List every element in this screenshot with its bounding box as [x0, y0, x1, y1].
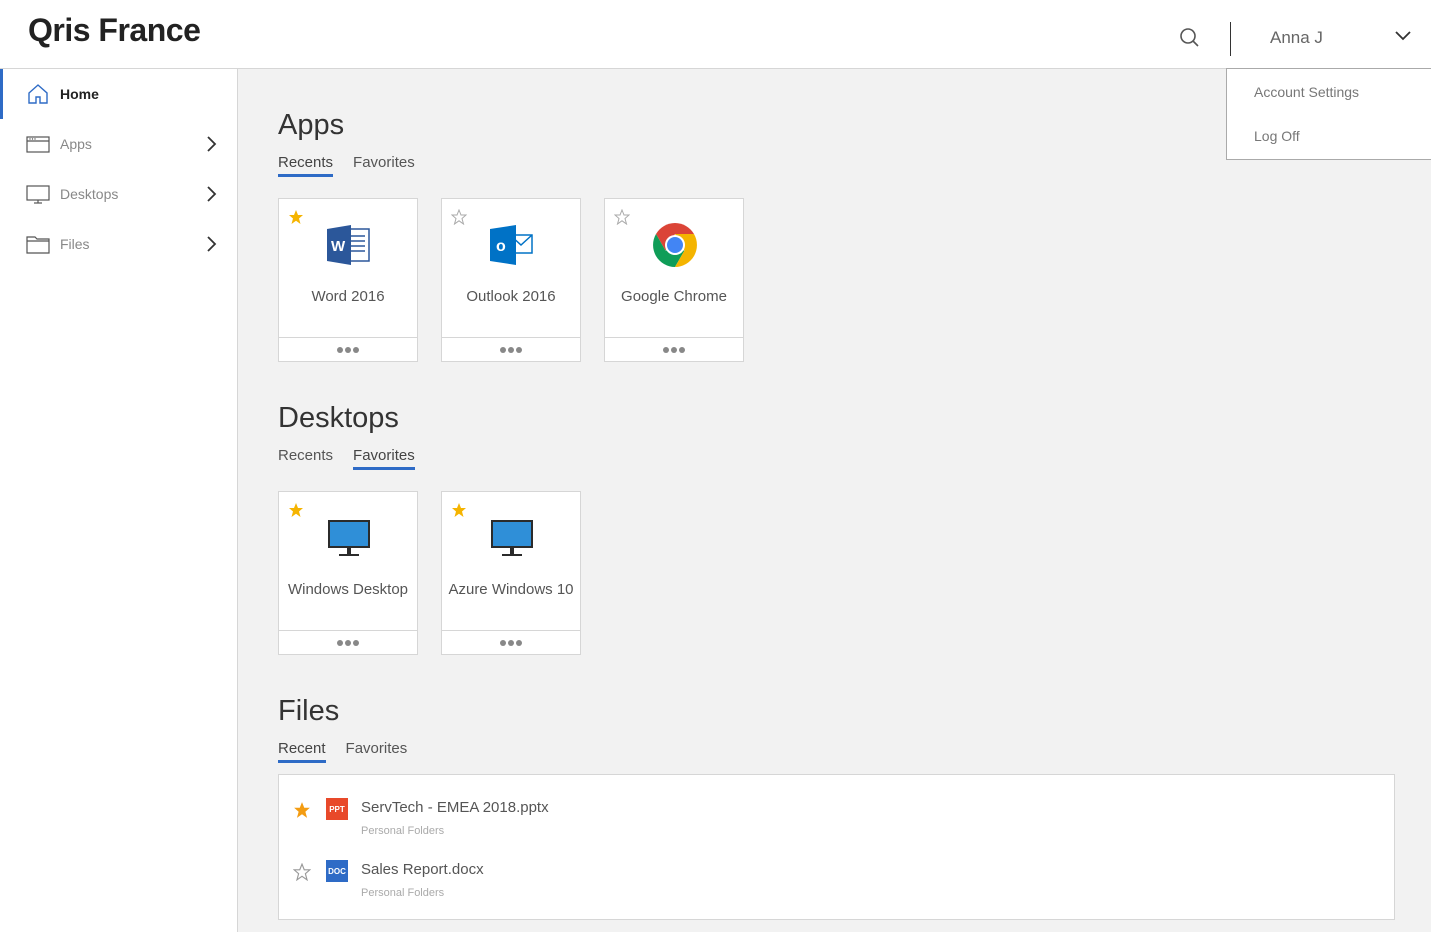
- sidebar-item-desktops[interactable]: Desktops: [0, 169, 237, 219]
- header-divider: [1230, 22, 1231, 56]
- more-options-button[interactable]: [279, 337, 417, 361]
- apps-section-title: Apps: [278, 109, 345, 141]
- star-outline-icon[interactable]: [451, 209, 467, 225]
- sidebar-item-label: Files: [60, 236, 90, 252]
- menu-item-log-off[interactable]: Log Off: [1254, 128, 1300, 144]
- svg-text:o: o: [496, 238, 506, 255]
- folder-icon: [26, 232, 50, 256]
- desktops-section-title: Desktops: [278, 402, 399, 434]
- menu-item-account-settings[interactable]: Account Settings: [1254, 84, 1359, 100]
- tab-desktops-favorites[interactable]: Favorites: [353, 447, 415, 470]
- star-filled-icon[interactable]: [288, 209, 304, 225]
- user-name[interactable]: Anna J: [1270, 28, 1323, 48]
- file-location: Personal Folders: [361, 887, 445, 899]
- chevron-down-icon[interactable]: [1392, 26, 1414, 46]
- outlook-icon: o: [490, 225, 533, 265]
- tab-files-recent[interactable]: Recent: [278, 740, 326, 763]
- tile-label: Google Chrome: [621, 288, 727, 305]
- more-options-button[interactable]: [442, 630, 580, 654]
- pptx-file-icon: PPT: [326, 798, 348, 820]
- apps-window-icon: [26, 132, 50, 156]
- tab-apps-favorites[interactable]: Favorites: [353, 154, 415, 177]
- star-filled-icon[interactable]: [288, 502, 304, 518]
- desktops-tabs: Recents Favorites: [278, 447, 415, 470]
- sidebar-item-label: Home: [60, 86, 99, 102]
- desktops-tiles: Windows Desktop Azure Windows 10: [278, 491, 604, 655]
- desktop-tile-azure-windows-10[interactable]: Azure Windows 10: [441, 491, 581, 655]
- docx-file-icon: DOC: [326, 860, 348, 882]
- tile-label: Word 2016: [311, 288, 385, 305]
- file-location: Personal Folders: [361, 825, 445, 837]
- home-icon: [26, 82, 50, 106]
- star-filled-icon[interactable]: [451, 502, 467, 518]
- monitor-icon: [26, 182, 50, 206]
- svg-text:W: W: [331, 238, 346, 255]
- list-item[interactable]: DOC Sales Report.docx Personal Folders: [279, 857, 1394, 907]
- chevron-right-icon: [207, 136, 217, 152]
- star-filled-icon[interactable]: [293, 801, 311, 819]
- desktop-monitor-icon: [491, 520, 533, 556]
- star-outline-icon[interactable]: [614, 209, 630, 225]
- ellipsis-icon: [663, 346, 685, 353]
- more-options-button[interactable]: [442, 337, 580, 361]
- file-name[interactable]: Sales Report.docx: [361, 861, 484, 878]
- brand-title: Qris France: [28, 12, 201, 48]
- sidebar-item-home[interactable]: Home: [0, 69, 237, 119]
- app-tile-outlook[interactable]: o Outlook 2016: [441, 198, 581, 362]
- desktop-tile-windows-desktop[interactable]: Windows Desktop: [278, 491, 418, 655]
- tab-desktops-recents[interactable]: Recents: [278, 447, 333, 470]
- top-header: Qris France Anna J: [0, 0, 1431, 69]
- apps-tiles: W Word 2016 o Outlook 2016 Google Chrome: [278, 198, 767, 362]
- more-options-button[interactable]: [279, 630, 417, 654]
- more-options-button[interactable]: [605, 337, 743, 361]
- chevron-right-icon: [207, 186, 217, 202]
- search-icon[interactable]: [1176, 24, 1202, 50]
- tile-label: Azure Windows 10: [448, 581, 574, 598]
- app-tile-chrome[interactable]: Google Chrome: [604, 198, 744, 362]
- file-name[interactable]: ServTech - EMEA 2018.pptx: [361, 799, 549, 816]
- app-tile-word[interactable]: W Word 2016: [278, 198, 418, 362]
- ellipsis-icon: [500, 639, 522, 646]
- files-section-title: Files: [278, 695, 340, 727]
- files-list: PPT ServTech - EMEA 2018.pptx Personal F…: [278, 774, 1395, 920]
- sidebar-item-label: Desktops: [60, 186, 119, 202]
- apps-tabs: Recents Favorites: [278, 154, 415, 177]
- chrome-icon: [653, 223, 697, 267]
- list-item[interactable]: PPT ServTech - EMEA 2018.pptx Personal F…: [279, 795, 1394, 845]
- desktop-monitor-icon: [328, 520, 370, 556]
- files-tabs: Recent Favorites: [278, 740, 407, 763]
- sidebar-item-label: Apps: [60, 136, 92, 152]
- user-dropdown-menu: Account Settings Log Off: [1226, 68, 1431, 160]
- main-content: Apps Recents Favorites W Word 2016 o Out…: [238, 69, 1431, 932]
- tile-label: Outlook 2016: [466, 288, 556, 305]
- sidebar-item-files[interactable]: Files: [0, 219, 237, 269]
- tile-label: Windows Desktop: [287, 581, 409, 598]
- word-icon: W: [327, 225, 370, 265]
- ellipsis-icon: [337, 639, 359, 646]
- ellipsis-icon: [337, 346, 359, 353]
- tab-files-favorites[interactable]: Favorites: [346, 740, 408, 763]
- sidebar: Home Apps Desktops Files: [0, 69, 238, 932]
- ellipsis-icon: [500, 346, 522, 353]
- sidebar-item-apps[interactable]: Apps: [0, 119, 237, 169]
- chevron-right-icon: [207, 236, 217, 252]
- star-outline-icon[interactable]: [293, 863, 311, 881]
- tab-apps-recents[interactable]: Recents: [278, 154, 334, 177]
